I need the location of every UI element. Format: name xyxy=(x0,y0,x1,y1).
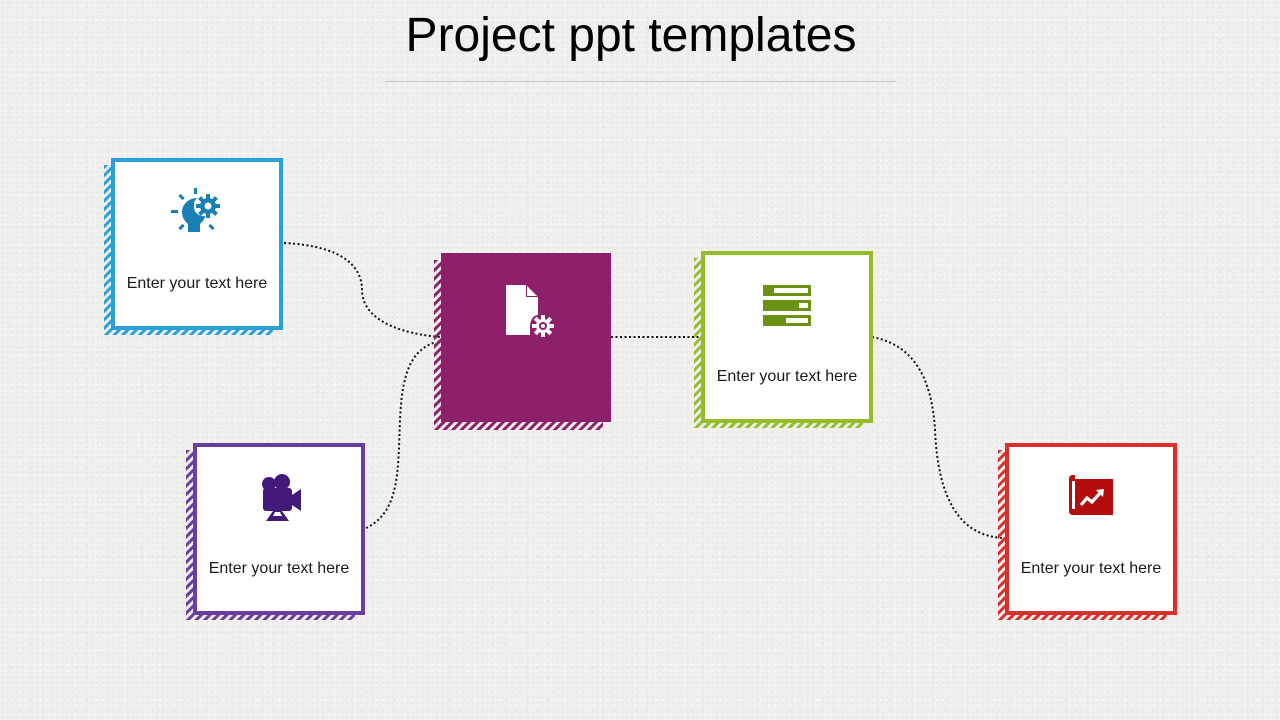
card-face xyxy=(111,158,283,330)
card-text[interactable]: Enter your text here xyxy=(1017,559,1165,578)
card-video[interactable]: Enter your text here xyxy=(186,443,365,620)
card-center[interactable] xyxy=(434,253,611,430)
card-text[interactable]: Enter your text here xyxy=(123,274,271,293)
movie-camera-icon xyxy=(262,474,301,521)
card-progress[interactable]: Enter your text here xyxy=(694,251,873,428)
card-idea[interactable]: Enter your text here xyxy=(104,158,283,335)
lightbulb-gear-icon xyxy=(171,188,220,232)
title-divider xyxy=(385,81,896,82)
card-text[interactable]: Enter your text here xyxy=(713,367,861,386)
connector-idea-to-center xyxy=(283,242,441,338)
connector-video-to-center xyxy=(365,341,437,529)
card-face xyxy=(1005,443,1177,615)
card-text[interactable]: Enter your text here xyxy=(205,559,353,578)
chart-map-icon xyxy=(1069,475,1113,515)
card-face xyxy=(701,251,873,423)
card-chart[interactable]: Enter your text here xyxy=(998,443,1177,620)
card-face xyxy=(193,443,365,615)
slide-title: Project ppt templates xyxy=(405,9,857,62)
progress-bars-icon xyxy=(763,285,811,326)
connector-progress-to-chart xyxy=(871,336,1003,539)
document-settings-icon xyxy=(506,285,554,337)
